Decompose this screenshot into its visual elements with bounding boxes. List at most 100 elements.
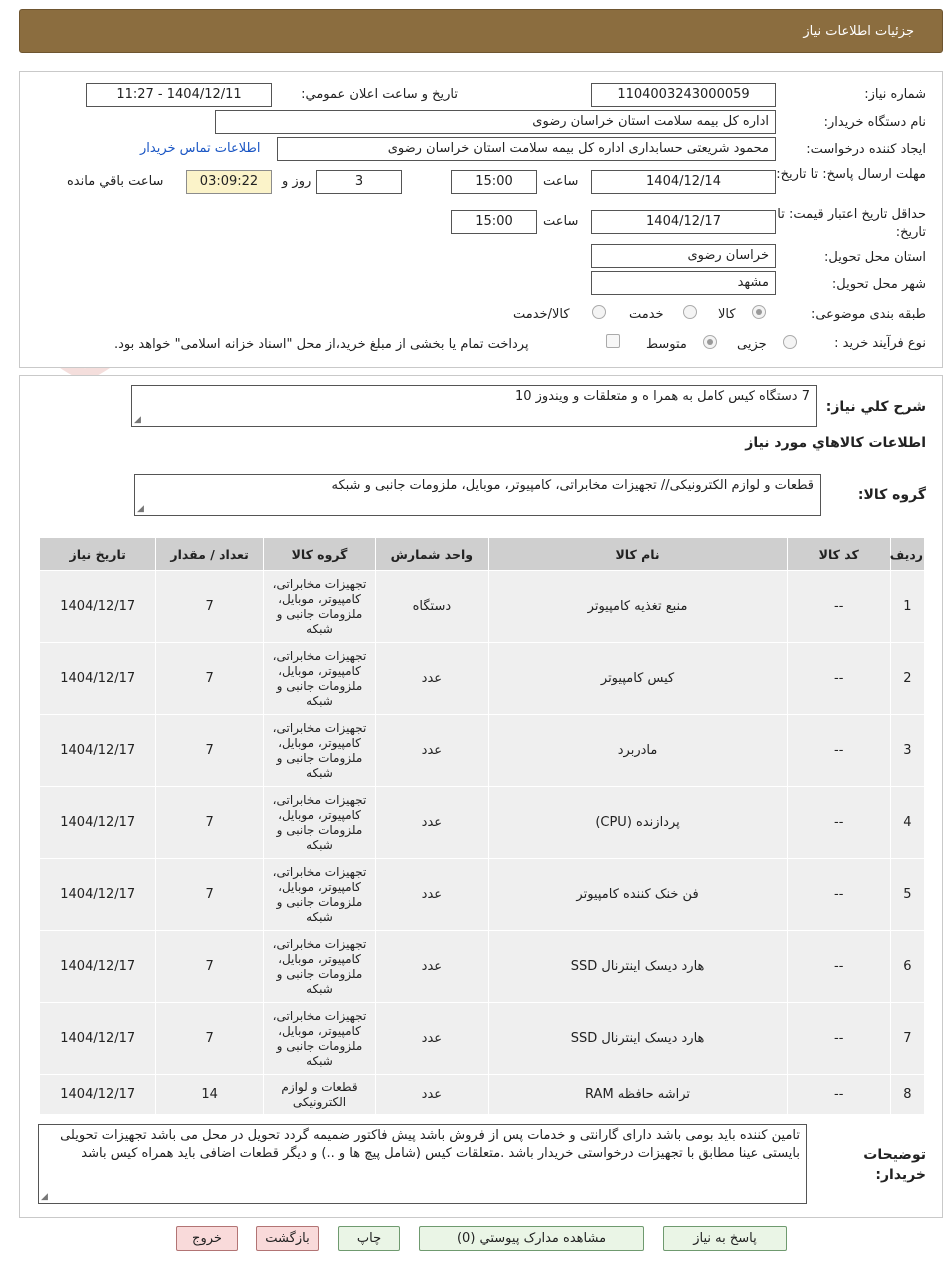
cell-group: تجهیزات مخابراتی، کامپیوتر، موبایل، ملزو… xyxy=(262,858,377,931)
cell-unit: عدد xyxy=(375,642,489,715)
col-header-quantity: تعداد / مقدار xyxy=(155,537,264,571)
cell-quantity: 7 xyxy=(155,570,264,643)
exit-button[interactable]: خروج xyxy=(176,1226,238,1251)
remaining-time-label: ساعت باقي مانده xyxy=(67,174,164,189)
buyer-contact-link[interactable]: اطلاعات تماس خريدار xyxy=(140,141,260,156)
cell-name: منبع تغذیه کامپیوتر xyxy=(487,570,788,643)
table-row: 2 -- کیس کامپیوتر عدد تجهیزات مخابراتی، … xyxy=(38,642,926,715)
table-row: 5 -- فن خنک کننده کامپیوتر عدد تجهیزات م… xyxy=(38,858,926,931)
deadline-date-field[interactable]: 1404/12/14 xyxy=(591,170,776,194)
summary-label: شرح کلي نياز: xyxy=(825,399,926,415)
cell-row-num: 1 xyxy=(889,570,926,643)
table-row: 1 -- منبع تغذیه کامپیوتر دستگاه تجهیزات … xyxy=(38,570,926,643)
requester-field[interactable]: محمود شریعتی حسابداری اداره کل بیمه سلام… xyxy=(277,137,776,161)
purchase-radio-medium[interactable] xyxy=(703,335,717,349)
cell-code: -- xyxy=(786,858,891,931)
view-attachments-button[interactable]: مشاهده مدارک پيوستي (0) xyxy=(419,1226,644,1251)
buyer-org-field[interactable]: اداره کل بیمه سلامت استان خراسان رضوی xyxy=(215,110,776,134)
need-number-label: شماره نياز: xyxy=(864,87,926,102)
cell-code: -- xyxy=(786,1002,891,1075)
validity-label: حداقل تاريخ اعتبار قيمت: تا تاريخ: xyxy=(777,207,926,240)
goods-section-title: اطلاعات کالاهاي مورد نياز xyxy=(745,435,926,451)
province-field[interactable]: خراسان رضوی xyxy=(591,244,776,268)
goods-group-text: قطعات و لوازم الکترونیکی// تجهیزات مخابر… xyxy=(331,478,814,493)
cell-date: 1404/12/17 xyxy=(38,786,157,859)
cell-date: 1404/12/17 xyxy=(38,930,157,1003)
announce-datetime-label: تاريخ و ساعت اعلان عمومي: xyxy=(301,87,458,102)
goods-group-textarea[interactable]: قطعات و لوازم الکترونیکی// تجهیزات مخابر… xyxy=(134,474,821,516)
category-radio-goods-service[interactable] xyxy=(592,305,606,319)
cell-date: 1404/12/17 xyxy=(38,570,157,643)
remaining-time-field: 03:09:22 xyxy=(186,170,272,194)
cell-name: هارد دیسک اینترنال SSD xyxy=(487,930,788,1003)
validity-time-field[interactable]: 15:00 xyxy=(451,210,537,234)
requester-label: ايجاد کننده درخواست: xyxy=(806,142,926,157)
cell-date: 1404/12/17 xyxy=(38,858,157,931)
cell-code: -- xyxy=(786,1074,891,1115)
deadline-time-label: ساعت xyxy=(543,174,579,189)
purchase-radio-minor[interactable] xyxy=(783,335,797,349)
col-header-unit: واحد شمارش xyxy=(375,537,489,571)
cell-code: -- xyxy=(786,714,891,787)
cell-group: تجهیزات مخابراتی، کامپیوتر، موبایل، ملزو… xyxy=(262,1002,377,1075)
summary-text: 7 دستگاه کیس کامل به همرا ه و متعلقات و … xyxy=(514,389,810,404)
resize-grip-icon[interactable]: ◢ xyxy=(134,416,141,425)
print-button[interactable]: چاپ xyxy=(338,1226,400,1251)
cell-quantity: 7 xyxy=(155,714,264,787)
respond-button[interactable]: پاسخ به نياز xyxy=(663,1226,787,1251)
cell-code: -- xyxy=(786,930,891,1003)
cell-code: -- xyxy=(786,786,891,859)
cell-row-num: 7 xyxy=(889,1002,926,1075)
cell-row-num: 8 xyxy=(889,1074,926,1115)
table-header-row: رديف کد کالا نام کالا واحد شمارش گروه کا… xyxy=(38,537,926,571)
cell-row-num: 6 xyxy=(889,930,926,1003)
table-row: 4 -- پردازنده (CPU) عدد تجهیزات مخابراتی… xyxy=(38,786,926,859)
resize-grip-icon[interactable]: ◢ xyxy=(41,1193,48,1202)
cell-unit: عدد xyxy=(375,1002,489,1075)
purchase-option-medium: متوسط xyxy=(646,337,687,352)
col-header-date: تاريخ نياز xyxy=(38,537,157,571)
col-header-row-num: رديف xyxy=(890,537,926,571)
cell-unit: عدد xyxy=(375,858,489,931)
cell-unit: دستگاه xyxy=(375,570,489,643)
need-number-field[interactable]: 1104003243000059 xyxy=(591,83,776,107)
cell-date: 1404/12/17 xyxy=(38,1074,157,1115)
summary-textarea[interactable]: 7 دستگاه کیس کامل به همرا ه و متعلقات و … xyxy=(131,385,817,427)
buyer-notes-textarea[interactable]: تامین کننده باید بومی باشد دارای گارانتی… xyxy=(38,1124,807,1204)
cell-unit: عدد xyxy=(375,786,489,859)
category-option-goods: کالا xyxy=(718,307,736,322)
purchase-type-label: نوع فرآيند خريد : xyxy=(834,336,926,351)
category-label: طبقه بندی موضوعی: xyxy=(810,307,926,322)
buyer-org-label: نام دستگاه خريدار: xyxy=(823,115,926,130)
cell-name: پردازنده (CPU) xyxy=(487,786,788,859)
cell-unit: عدد xyxy=(375,930,489,1003)
category-option-service: خدمت xyxy=(629,307,664,322)
cell-group: تجهیزات مخابراتی، کامپیوتر، موبایل، ملزو… xyxy=(262,714,377,787)
deadline-time-field[interactable]: 15:00 xyxy=(451,170,537,194)
announce-datetime-field[interactable]: 1404/12/11 - 11:27 xyxy=(86,83,272,107)
buyer-notes-label: توضيحات خريدار: xyxy=(863,1147,926,1183)
cell-code: -- xyxy=(786,570,891,643)
items-table: رديف کد کالا نام کالا واحد شمارش گروه کا… xyxy=(38,537,926,1115)
table-row: 7 -- هارد دیسک اینترنال SSD عدد تجهیزات … xyxy=(38,1002,926,1075)
cell-row-num: 2 xyxy=(889,642,926,715)
cell-group: تجهیزات مخابراتی، کامپیوتر، موبایل، ملزو… xyxy=(262,642,377,715)
cell-group: قطعات و لوازم الکترونیکی xyxy=(262,1074,377,1115)
treasury-payment-checkbox[interactable] xyxy=(606,334,620,348)
resize-grip-icon[interactable]: ◢ xyxy=(137,505,144,514)
table-row: 6 -- هارد دیسک اینترنال SSD عدد تجهیزات … xyxy=(38,930,926,1003)
category-radio-goods[interactable] xyxy=(752,305,766,319)
page-title: جزئيات اطلاعات نياز xyxy=(803,24,914,39)
city-label: شهر محل تحويل: xyxy=(831,277,926,292)
deadline-days-field[interactable]: 3 xyxy=(316,170,402,194)
cell-quantity: 7 xyxy=(155,786,264,859)
category-option-goods-service: کالا/خدمت xyxy=(513,307,570,322)
city-field[interactable]: مشهد xyxy=(591,271,776,295)
cell-name: مادربرد xyxy=(487,714,788,787)
back-button[interactable]: بازگشت xyxy=(256,1226,319,1251)
category-radio-service[interactable] xyxy=(683,305,697,319)
cell-name: کیس کامپیوتر xyxy=(487,642,788,715)
cell-unit: عدد xyxy=(375,714,489,787)
cell-group: تجهیزات مخابراتی، کامپیوتر، موبایل، ملزو… xyxy=(262,786,377,859)
validity-date-field[interactable]: 1404/12/17 xyxy=(591,210,776,234)
